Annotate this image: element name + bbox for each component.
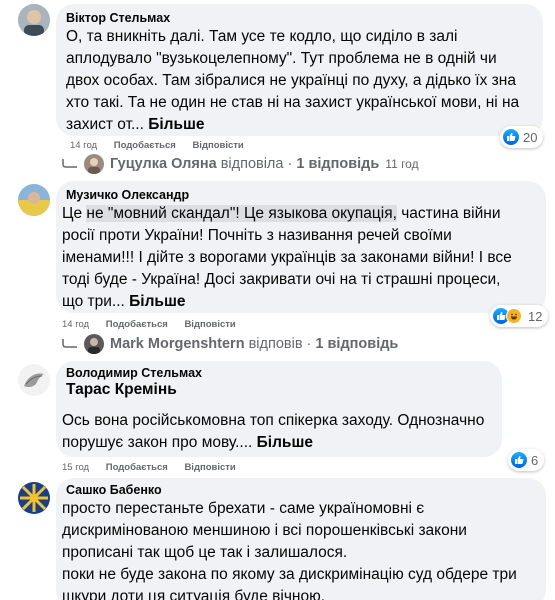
avatar[interactable] (18, 482, 50, 514)
text-line: шкури доти ця ситуація буде вічною. (62, 588, 326, 600)
comment-text: просто перестаньте брехати - саме україн… (62, 498, 544, 600)
text-line: прописані так щоб це так і залишалося. (62, 544, 348, 561)
profile-photo-icon (18, 482, 50, 514)
text-line: просто перестаньте брехати - саме україн… (62, 500, 425, 517)
text-line: дискримінованою меншиною і всі порошенкі… (62, 522, 467, 539)
text-line: поки не буде закона по якому за дискримі… (62, 566, 517, 583)
comment-author[interactable]: Сашко Бабенко (66, 483, 162, 497)
comment-4: Сашко Бабенко просто перестаньте брехати… (0, 0, 555, 600)
